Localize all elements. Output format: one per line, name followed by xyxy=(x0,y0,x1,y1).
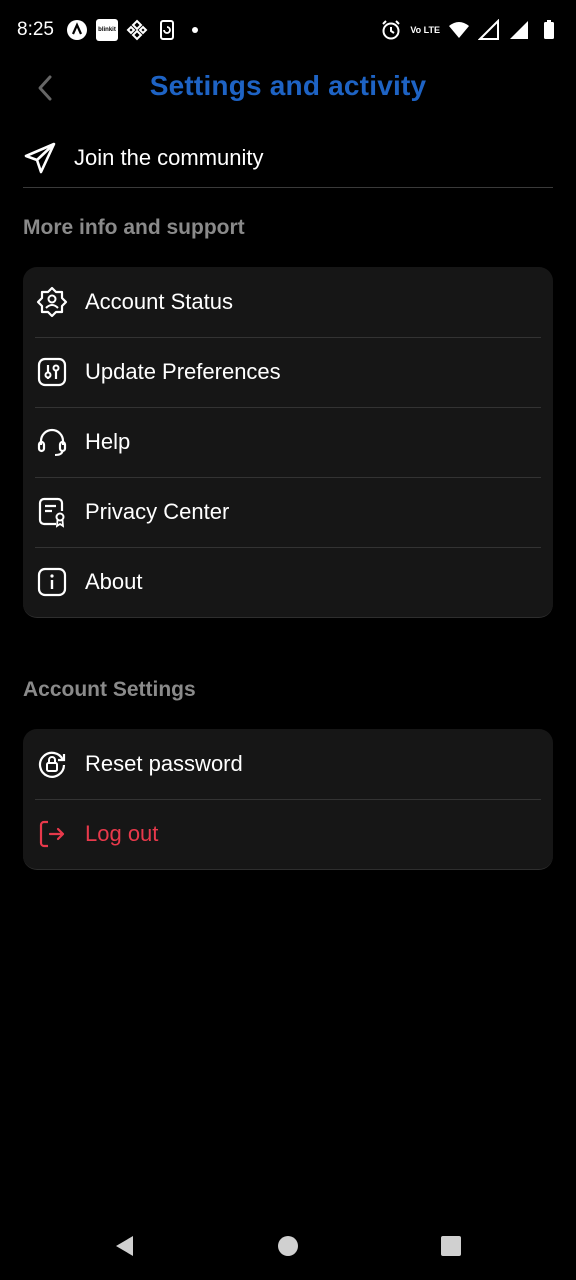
page-title: Settings and activity xyxy=(149,70,427,101)
document-badge-icon xyxy=(36,496,68,528)
help-label: Help xyxy=(85,429,131,454)
logout-icon xyxy=(36,818,68,850)
header: Settings and activity xyxy=(0,62,576,114)
join-community-item[interactable]: Join the community xyxy=(23,128,553,188)
gear-badge-icon xyxy=(36,286,68,318)
status-right-icons: Vo LTE xyxy=(380,19,560,41)
nav-recents-button[interactable] xyxy=(439,1234,463,1258)
lock-reset-icon xyxy=(36,748,68,780)
section-title-support: More info and support xyxy=(23,216,245,239)
recents-square-icon xyxy=(441,1236,461,1256)
dot-icon xyxy=(192,27,198,33)
status-time: 8:25 xyxy=(17,19,54,40)
system-nav-bar xyxy=(0,1210,576,1280)
wifi-icon xyxy=(448,19,470,41)
signal-icon xyxy=(508,19,530,41)
paper-plane-icon xyxy=(24,142,56,173)
update-preferences-label: Update Preferences xyxy=(85,359,281,384)
logout-item[interactable]: Log out xyxy=(23,799,553,869)
headset-icon xyxy=(36,426,68,458)
sliders-icon xyxy=(36,356,68,388)
about-item[interactable]: About xyxy=(23,547,553,617)
volte-icon: Vo LTE xyxy=(410,24,440,35)
account-status-label: Account Status xyxy=(85,289,233,314)
account-status-item[interactable]: Account Status xyxy=(23,267,553,337)
app-a-icon xyxy=(66,19,88,41)
reset-password-item[interactable]: Reset password xyxy=(23,729,553,799)
nav-home-button[interactable] xyxy=(276,1234,300,1258)
alarm-icon xyxy=(380,19,402,41)
account-card: Reset password Log out xyxy=(23,729,553,870)
update-preferences-item[interactable]: Update Preferences xyxy=(23,337,553,407)
back-triangle-icon xyxy=(116,1236,133,1256)
logout-label: Log out xyxy=(85,821,159,846)
reset-password-label: Reset password xyxy=(85,751,243,776)
section-title-account: Account Settings xyxy=(23,678,196,701)
status-left-icons: blinkit xyxy=(66,19,198,41)
battery-icon xyxy=(538,19,560,41)
blinkit-icon: blinkit xyxy=(96,19,118,41)
home-circle-icon xyxy=(278,1236,298,1256)
nav-back-button[interactable] xyxy=(112,1234,136,1258)
binance-icon xyxy=(126,19,148,41)
join-community-label: Join the community xyxy=(74,144,264,170)
info-icon xyxy=(36,566,68,598)
status-bar: 8:25 blinkit Vo LTE xyxy=(0,0,576,62)
signal-icon xyxy=(478,19,500,41)
help-item[interactable]: Help xyxy=(23,407,553,477)
support-card: Account Status Update Preferences Help P… xyxy=(23,267,553,618)
about-label: About xyxy=(85,569,143,594)
phone-sync-icon xyxy=(156,19,178,41)
privacy-center-label: Privacy Center xyxy=(85,499,230,524)
privacy-center-item[interactable]: Privacy Center xyxy=(23,477,553,547)
